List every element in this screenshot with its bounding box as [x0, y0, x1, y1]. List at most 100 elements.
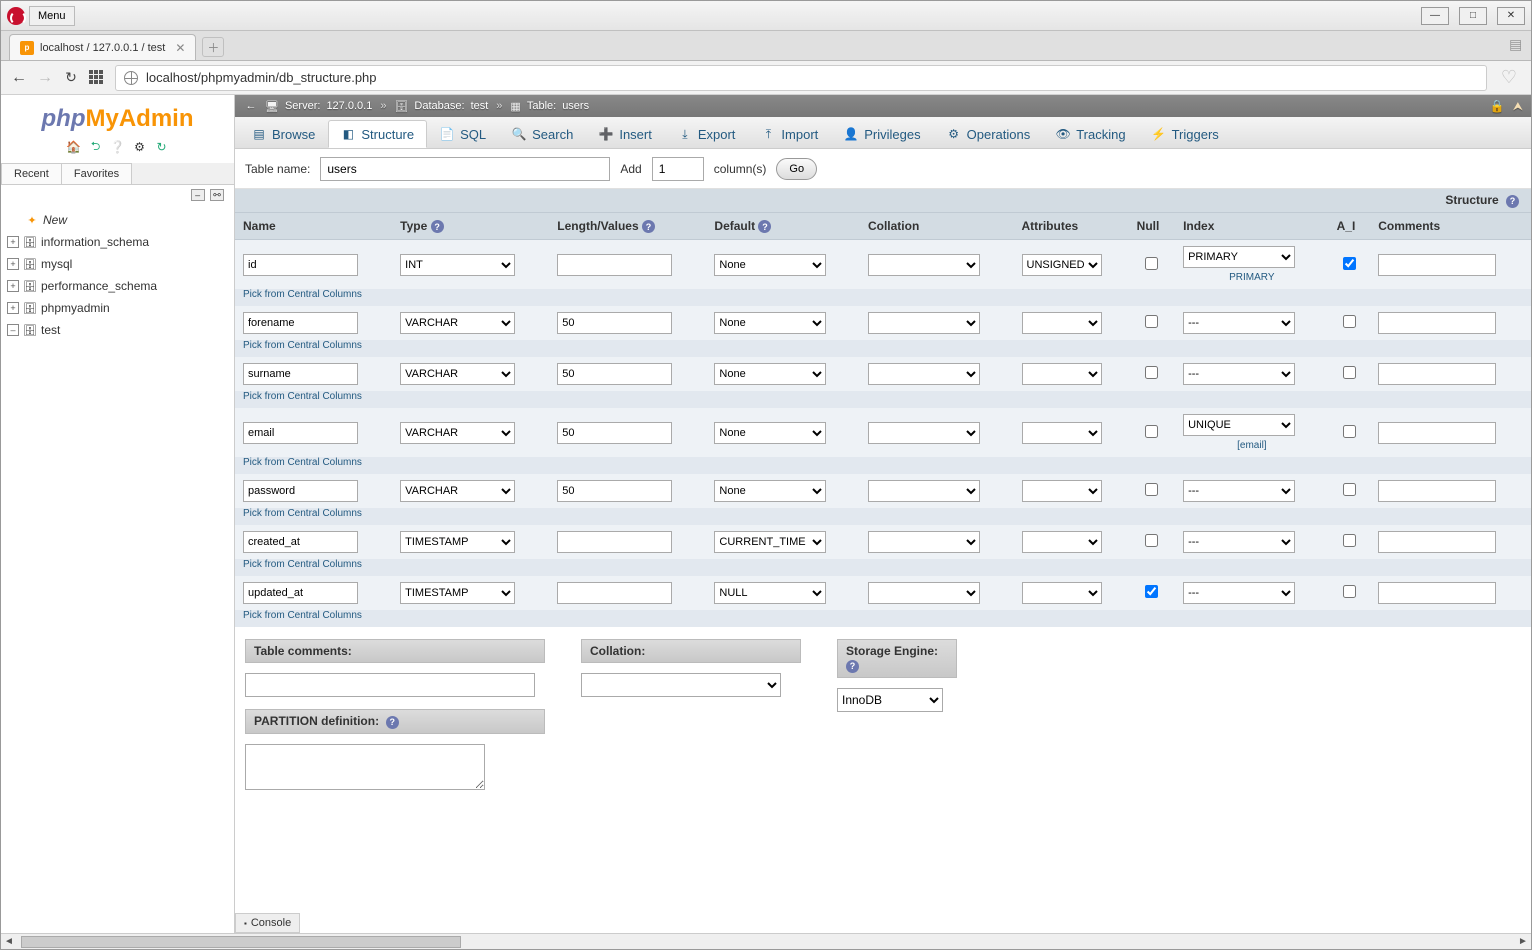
pick-central-columns-link[interactable]: Pick from Central Columns — [243, 508, 362, 519]
column-name-input[interactable] — [243, 582, 358, 604]
column-index-select[interactable]: UNIQUE — [1183, 414, 1295, 436]
pick-central-columns-link[interactable]: Pick from Central Columns — [243, 559, 362, 570]
pick-central-columns-link[interactable]: Pick from Central Columns — [243, 610, 362, 621]
column-type-select[interactable]: VARCHAR — [400, 363, 515, 385]
tree-db-item[interactable]: + 🗄mysql — [7, 253, 228, 275]
reload-nav-icon[interactable]: ↻ — [154, 139, 170, 155]
column-name-input[interactable] — [243, 480, 358, 502]
column-name-input[interactable] — [243, 422, 358, 444]
column-collation-select[interactable] — [868, 312, 980, 334]
column-comments-input[interactable] — [1378, 480, 1496, 502]
column-null-checkbox[interactable] — [1145, 257, 1158, 270]
column-comments-input[interactable] — [1378, 422, 1496, 444]
nav-back-button[interactable]: ← — [11, 69, 27, 87]
column-attributes-select[interactable]: UNSIGNED — [1022, 254, 1102, 276]
column-default-select[interactable]: None — [714, 312, 826, 334]
column-default-select[interactable]: None — [714, 363, 826, 385]
column-ai-checkbox[interactable] — [1343, 534, 1356, 547]
tab-insert[interactable]: ➕Insert — [586, 120, 665, 148]
column-index-select[interactable]: --- — [1183, 312, 1295, 334]
docs-icon[interactable]: ❔ — [110, 139, 126, 155]
breadcrumb-server[interactable]: 127.0.0.1 — [326, 100, 372, 112]
tab-export[interactable]: ⤓Export — [665, 120, 749, 148]
link-tree-button[interactable]: ⚯ — [210, 189, 224, 201]
nav-forward-button[interactable]: → — [37, 69, 53, 87]
column-default-select[interactable]: None — [714, 254, 826, 276]
table-comments-input[interactable] — [245, 673, 535, 697]
help-icon[interactable]: ? — [1506, 195, 1519, 208]
opera-menu-button[interactable]: Menu — [29, 6, 75, 26]
column-null-checkbox[interactable] — [1145, 534, 1158, 547]
column-collation-select[interactable] — [868, 480, 980, 502]
tab-structure[interactable]: ◧Structure — [328, 120, 427, 148]
home-icon[interactable]: 🏠 — [66, 139, 82, 155]
help-icon[interactable]: ? — [642, 220, 655, 233]
column-attributes-select[interactable] — [1022, 363, 1102, 385]
column-default-select[interactable]: NULL — [714, 582, 826, 604]
tree-db-item[interactable]: + 🗄phpmyadmin — [7, 297, 228, 319]
column-type-select[interactable]: TIMESTAMP — [400, 582, 515, 604]
column-attributes-select[interactable] — [1022, 422, 1102, 444]
bookmark-button[interactable]: ♡ — [1497, 66, 1521, 90]
sidepanel-toggle-icon[interactable]: ▥ — [1508, 39, 1525, 52]
column-comments-input[interactable] — [1378, 363, 1496, 385]
help-icon[interactable]: ? — [431, 220, 444, 233]
pick-central-columns-link[interactable]: Pick from Central Columns — [243, 340, 362, 351]
column-default-select[interactable]: None — [714, 480, 826, 502]
tree-db-item[interactable]: + 🗄performance_schema — [7, 275, 228, 297]
column-type-select[interactable]: VARCHAR — [400, 312, 515, 334]
column-name-input[interactable] — [243, 254, 358, 276]
pick-central-columns-link[interactable]: Pick from Central Columns — [243, 391, 362, 402]
expand-icon[interactable]: + — [7, 302, 19, 314]
favorites-tab[interactable]: Favorites — [61, 163, 132, 184]
column-ai-checkbox[interactable] — [1343, 315, 1356, 328]
column-type-select[interactable]: TIMESTAMP — [400, 531, 515, 553]
tab-import[interactable]: ⤒Import — [748, 120, 831, 148]
url-input[interactable] — [146, 70, 1478, 85]
column-length-input[interactable] — [557, 422, 672, 444]
column-collation-select[interactable] — [868, 363, 980, 385]
page-settings-icon[interactable]: 🔒 — [1490, 99, 1505, 114]
browser-tab[interactable]: p localhost / 127.0.0.1 / test ✕ — [9, 34, 196, 60]
tab-tracking[interactable]: 👁Tracking — [1043, 120, 1138, 148]
storage-engine-select[interactable]: InnoDB — [837, 688, 943, 712]
tab-operations[interactable]: ⚙Operations — [934, 120, 1044, 148]
column-ai-checkbox[interactable] — [1343, 257, 1356, 270]
window-maximize-button[interactable]: □ — [1459, 7, 1487, 25]
column-comments-input[interactable] — [1378, 254, 1496, 276]
column-type-select[interactable]: VARCHAR — [400, 480, 515, 502]
column-ai-checkbox[interactable] — [1343, 483, 1356, 496]
column-index-select[interactable]: --- — [1183, 363, 1295, 385]
tree-db-item[interactable]: + 🗄information_schema — [7, 231, 228, 253]
column-default-select[interactable]: None — [714, 422, 826, 444]
window-minimize-button[interactable]: — — [1421, 7, 1449, 25]
column-index-select[interactable]: --- — [1183, 531, 1295, 553]
help-icon[interactable]: ? — [386, 716, 399, 729]
expand-icon[interactable]: – — [7, 324, 19, 336]
column-length-input[interactable] — [557, 363, 672, 385]
column-null-checkbox[interactable] — [1145, 366, 1158, 379]
column-index-select[interactable]: PRIMARY — [1183, 246, 1295, 268]
pick-central-columns-link[interactable]: Pick from Central Columns — [243, 289, 362, 300]
logout-icon[interactable]: ⮌ — [88, 139, 104, 155]
column-attributes-select[interactable] — [1022, 480, 1102, 502]
column-type-select[interactable]: VARCHAR — [400, 422, 515, 444]
reload-button[interactable]: ↻ — [63, 69, 79, 86]
breadcrumb-back-button[interactable]: ← — [243, 100, 259, 112]
column-ai-checkbox[interactable] — [1343, 425, 1356, 438]
horizontal-scrollbar[interactable]: ◄► — [1, 933, 1531, 949]
column-comments-input[interactable] — [1378, 312, 1496, 334]
column-length-input[interactable] — [557, 254, 672, 276]
settings-icon[interactable]: ⚙ — [132, 139, 148, 155]
column-type-select[interactable]: INT — [400, 254, 515, 276]
help-icon[interactable]: ? — [758, 220, 771, 233]
column-index-select[interactable]: --- — [1183, 582, 1295, 604]
window-close-button[interactable]: ✕ — [1497, 7, 1525, 25]
column-collation-select[interactable] — [868, 422, 980, 444]
page-collapse-icon[interactable]: ⮝ — [1513, 99, 1523, 114]
column-collation-select[interactable] — [868, 582, 980, 604]
column-null-checkbox[interactable] — [1145, 585, 1158, 598]
column-name-input[interactable] — [243, 312, 358, 334]
console-toggle[interactable]: Console — [235, 913, 300, 933]
column-index-select[interactable]: --- — [1183, 480, 1295, 502]
